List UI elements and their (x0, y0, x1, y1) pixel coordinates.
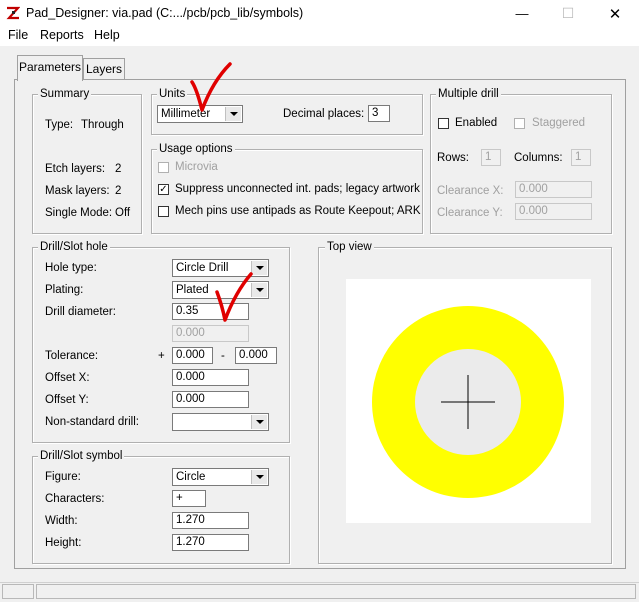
clearance-y-input[interactable]: 0.000 (515, 203, 592, 220)
height-input[interactable]: 1.270 (172, 534, 249, 551)
etch-layers-value: 2 (115, 163, 122, 175)
offset-x-input[interactable]: 0.000 (172, 369, 249, 386)
drill-slot-symbol-title: Drill/Slot symbol (38, 450, 125, 463)
single-mode-label: Single Mode: (45, 207, 113, 219)
width-label: Width: (45, 515, 78, 527)
suppress-label: Suppress unconnected int. pads; legacy a… (175, 183, 420, 195)
enabled-label: Enabled (455, 117, 498, 129)
offset-x-label: Offset X: (45, 372, 90, 384)
menu-file[interactable]: File (8, 27, 28, 44)
plating-value: Plated (176, 284, 209, 296)
drill-slot-hole-title: Drill/Slot hole (38, 241, 110, 254)
tolerance-minus-sign: - (221, 350, 225, 362)
tolerance-minus-input[interactable]: 0.000 (235, 347, 277, 364)
decimal-places-label: Decimal places: (283, 108, 365, 120)
maximize-button[interactable]: ☐ (545, 0, 591, 27)
tab-layers[interactable]: Layers (83, 58, 125, 79)
figure-label: Figure: (45, 471, 81, 483)
clearance-x-input[interactable]: 0.000 (515, 181, 592, 198)
tab-parameters[interactable]: Parameters (17, 55, 83, 81)
characters-input[interactable]: + (172, 490, 206, 507)
clearance-y-label: Clearance Y: (437, 207, 503, 219)
type-label: Type: (45, 119, 74, 131)
drill-diameter-label: Drill diameter: (45, 306, 116, 318)
height-label: Height: (45, 537, 82, 549)
pad-preview (346, 279, 591, 523)
decimal-places-input[interactable]: 3 (368, 105, 390, 122)
tolerance-label: Tolerance: (45, 350, 99, 362)
hole-type-label: Hole type: (45, 262, 97, 274)
menu-reports[interactable]: Reports (40, 27, 84, 44)
enabled-checkbox[interactable] (438, 118, 449, 129)
staggered-checkbox[interactable] (514, 118, 525, 129)
mask-layers-label: Mask layers: (45, 185, 110, 197)
chevron-down-icon (251, 415, 267, 429)
non-standard-drill-label: Non-standard drill: (45, 416, 139, 428)
single-mode-value: Off (115, 207, 131, 219)
multiple-drill-title: Multiple drill (436, 88, 501, 101)
columns-label: Columns: (514, 152, 563, 164)
microvia-label: Microvia (175, 161, 218, 173)
top-view-title: Top view (325, 241, 374, 254)
drill-diameter-secondary-input[interactable]: 0.000 (172, 325, 249, 342)
close-button[interactable]: ✕ (592, 0, 638, 27)
offset-y-label: Offset Y: (45, 394, 89, 406)
type-value: Through (81, 119, 124, 131)
menu-help[interactable]: Help (94, 27, 120, 44)
suppress-checkbox[interactable]: ✓ (158, 184, 169, 195)
non-standard-drill-select[interactable] (172, 413, 269, 431)
rows-label: Rows: (437, 152, 469, 164)
figure-select[interactable]: Circle (172, 468, 269, 486)
checkmark-annotation-diameter (215, 272, 253, 322)
status-pane-main (36, 584, 636, 599)
app-icon (6, 6, 20, 20)
mech-pins-label: Mech pins use antipads as Route Keepout;… (175, 205, 421, 217)
microvia-checkbox[interactable] (158, 162, 169, 173)
status-pane-left (2, 584, 34, 599)
plating-label: Plating: (45, 284, 84, 296)
tolerance-plus-sign: + (158, 350, 165, 362)
columns-input[interactable]: 1 (571, 149, 591, 166)
offset-y-input[interactable]: 0.000 (172, 391, 249, 408)
staggered-label: Staggered (532, 117, 586, 129)
checkmark-annotation-units (190, 62, 232, 112)
chevron-down-icon (251, 470, 267, 484)
characters-label: Characters: (45, 493, 105, 505)
summary-title: Summary (38, 88, 92, 101)
width-input[interactable]: 1.270 (172, 512, 249, 529)
window-title: Pad_Designer: via.pad (C:.../pcb/pcb_lib… (26, 6, 304, 20)
tolerance-plus-input[interactable]: 0.000 (172, 347, 213, 364)
etch-layers-label: Etch layers: (45, 163, 106, 175)
figure-value: Circle (176, 471, 206, 483)
units-title: Units (157, 88, 188, 101)
usage-options-title: Usage options (157, 143, 235, 156)
mask-layers-value: 2 (115, 185, 122, 197)
mech-pins-checkbox[interactable] (158, 206, 169, 217)
clearance-x-label: Clearance X: (437, 185, 504, 197)
rows-input[interactable]: 1 (481, 149, 501, 166)
minimize-button[interactable]: — (499, 0, 545, 27)
